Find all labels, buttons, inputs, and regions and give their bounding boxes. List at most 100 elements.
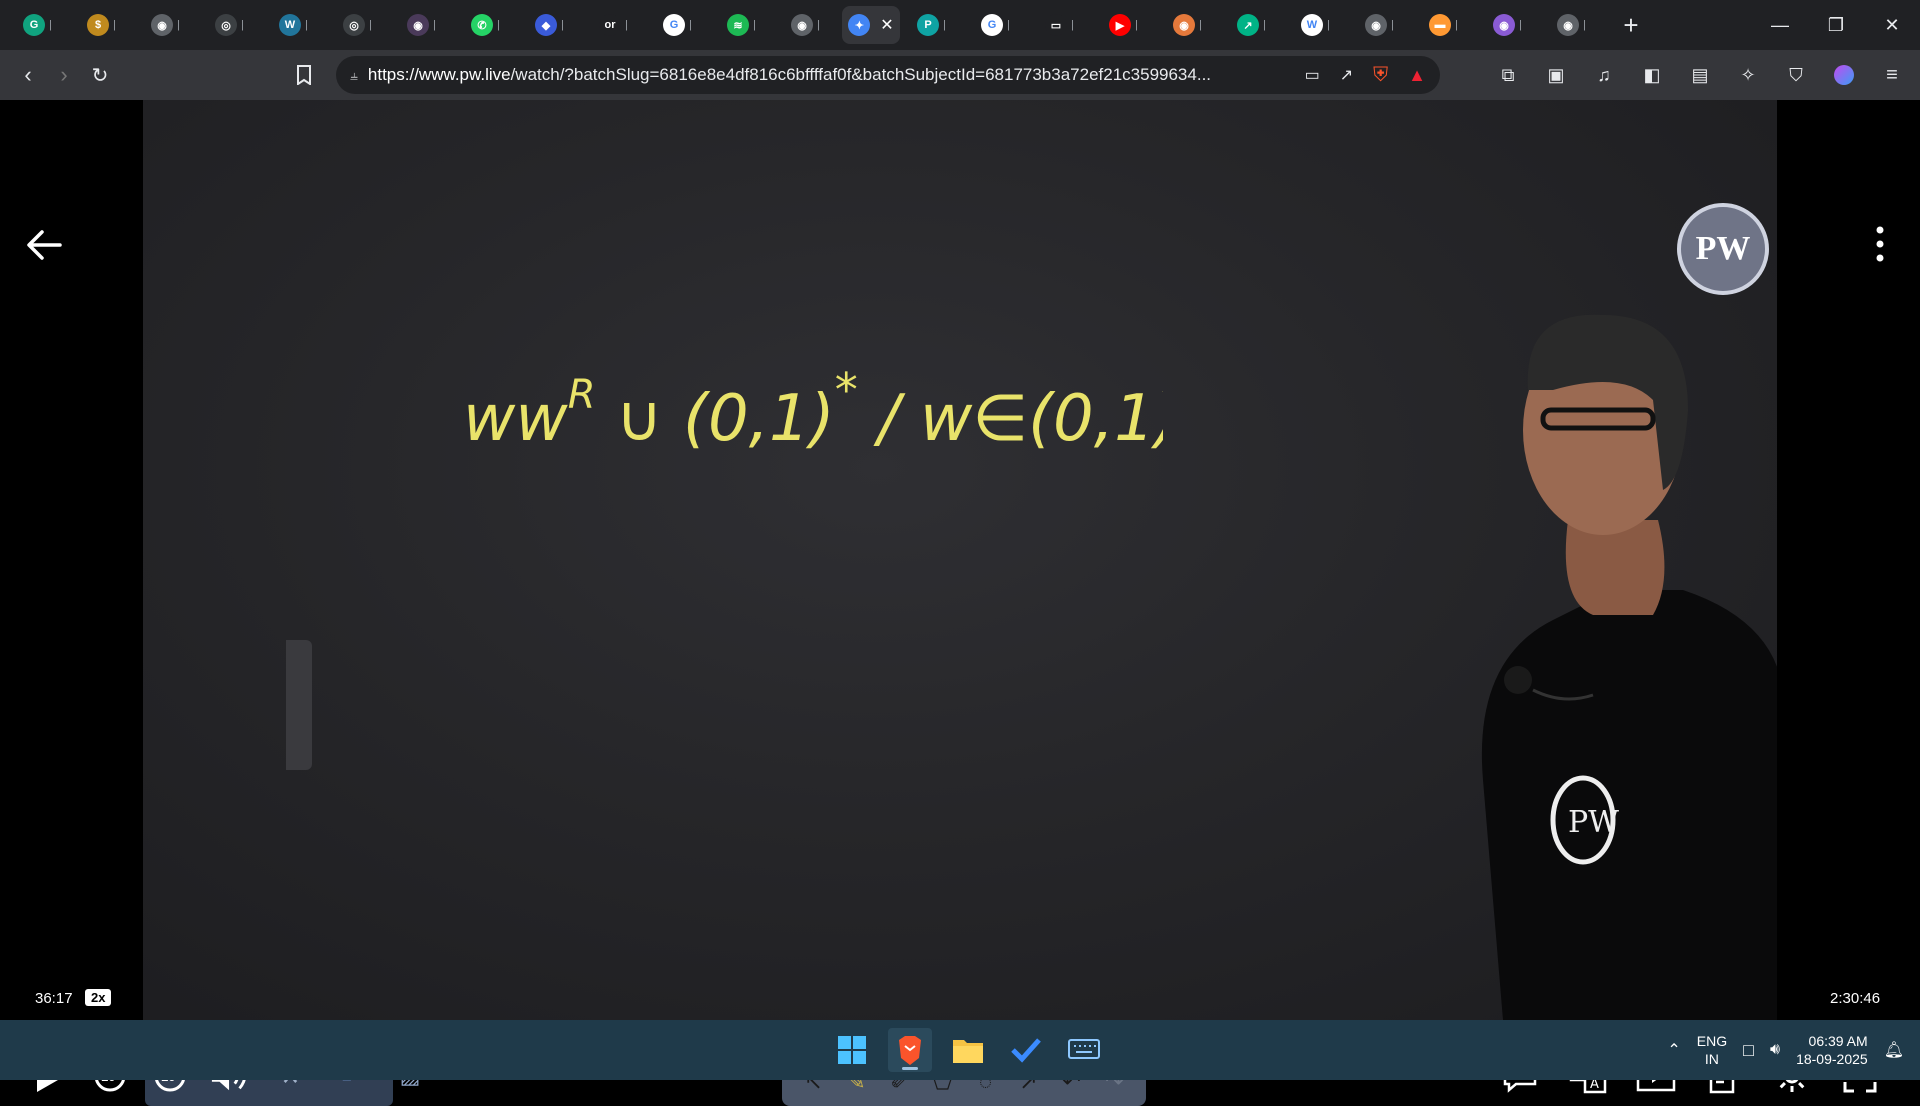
brave-browser-icon[interactable] (888, 1028, 932, 1072)
media-icon[interactable]: ♫ (1586, 57, 1622, 93)
tab-list: G | $ | ◉ | ◎ | W | ◎ | ◉ | ✆ | ◆ | or | G | ≋ | ◉ | ✦ ✕ P | G | ▭ | ▶ | ◉ | ↗… (0, 6, 1608, 44)
wordpress-icon: W (279, 14, 301, 36)
menu-icon[interactable]: ≡ (1874, 57, 1910, 93)
leo-ai-icon[interactable]: ✧ (1730, 57, 1766, 93)
video-player[interactable]: wwR ∪ (0,1)* / w∈(0,1)* PW PW 36:17 2x 2… (0, 100, 1920, 1106)
playback-speed-badge[interactable]: 2x (85, 989, 112, 1006)
extensions-icon[interactable]: ⧉ (1490, 57, 1526, 93)
board-sup: R (568, 372, 596, 418)
whatsapp-icon: ✆ (471, 14, 493, 36)
windows-taskbar: ⌃ ENG IN □ 🔊︎ 06:39 AM 18-09-2025 🔔︎ (0, 1020, 1920, 1080)
browser-tab[interactable]: ◉ | (138, 6, 198, 44)
tab-title-fragment: | (497, 19, 500, 31)
browser-tab[interactable]: ▭ | (1032, 6, 1092, 44)
browser-tab[interactable]: P | (904, 6, 964, 44)
site-settings-icon[interactable]: ⫨ (350, 67, 358, 84)
toolbar-right-actions: ⧉ ▣ ♫ ◧ ▤ ✧ ⛉ ≡ (1490, 50, 1910, 100)
board-w: ww (463, 382, 568, 456)
brave-shields-icon[interactable]: ⛨ (1373, 64, 1388, 87)
close-window-icon[interactable]: ✕ (1864, 0, 1920, 50)
globe-icon: ◎ (343, 14, 365, 36)
video-frame[interactable]: wwR ∪ (0,1)* / w∈(0,1)* PW (143, 100, 1777, 1020)
google-icon: G (663, 14, 685, 36)
restore-icon[interactable]: ❐ (1808, 0, 1864, 50)
current-time: 36:17 (35, 990, 73, 1007)
browser-tab[interactable]: or | (586, 6, 646, 44)
windows-start-icon[interactable] (830, 1028, 874, 1072)
tab-title-fragment: | (625, 19, 628, 31)
browser-tab[interactable]: ◆ | (522, 6, 582, 44)
browser-tab[interactable]: G | (10, 6, 70, 44)
address-bar[interactable]: ⫨ https://www.pw.live/watch/?batchSlug=6… (336, 56, 1440, 94)
language-indicator[interactable]: ENG IN (1697, 1032, 1727, 1068)
svg-text:PW: PW (1568, 805, 1619, 840)
globe-icon: ◉ (1173, 14, 1195, 36)
file-explorer-icon[interactable] (946, 1028, 990, 1072)
svg-text:wwR ∪ (0,1)* / w∈(0,1)*: wwR ∪ (0,1)* / w∈(0,1)* (463, 363, 1163, 456)
reader-icon[interactable]: ▣ (1538, 57, 1574, 93)
browser-tab[interactable]: ◉ | (394, 6, 454, 44)
tab-title-fragment: | (1007, 19, 1010, 31)
clock-time: 06:39 AM (1808, 1033, 1868, 1049)
browser-tab[interactable]: ✦ ✕ (842, 6, 900, 44)
brave-rewards-icon[interactable]: ▲ (1408, 65, 1426, 86)
india-flag-icon: ▬ (1429, 14, 1451, 36)
language-code: ENG (1696, 1033, 1728, 1049)
browser-tab[interactable]: ◉ | (1544, 6, 1604, 44)
clock[interactable]: 06:39 AM 18-09-2025 (1796, 1032, 1868, 1068)
gemini-icon: ✦ (848, 14, 871, 36)
browser-tab[interactable]: ◉ | (1480, 6, 1540, 44)
browser-tab[interactable]: ▬ | (1416, 6, 1476, 44)
todo-check-icon[interactable] (1004, 1028, 1048, 1072)
wikipedia-icon: W (1301, 14, 1323, 36)
browser-tab[interactable]: ◉ | (778, 6, 838, 44)
tray-overflow-icon[interactable]: ⌃ (1667, 1040, 1680, 1060)
tab-title-fragment: | (1519, 19, 1522, 31)
browser-tab[interactable]: ◉ | (1160, 6, 1220, 44)
minimize-icon[interactable]: — (1752, 0, 1808, 50)
url-host: https://www.pw.live (367, 65, 511, 84)
browser-tab[interactable]: ≋ | (714, 6, 774, 44)
browser-tab[interactable]: W | (1288, 6, 1348, 44)
sidebar-icon[interactable]: ◧ (1634, 57, 1670, 93)
browser-tab[interactable]: ↗ | (1224, 6, 1284, 44)
system-tray: ⌃ ENG IN □ 🔊︎ 06:39 AM 18-09-2025 🔔︎ (1667, 1020, 1904, 1080)
spotify-icon: ≋ (727, 14, 749, 36)
browser-tab[interactable]: ◎ | (330, 6, 390, 44)
wallet-icon[interactable]: ▤ (1682, 57, 1718, 93)
browser-tab[interactable]: ◎ | (202, 6, 262, 44)
board-tail: / w∈(0,1) (858, 382, 1163, 456)
globe-icon: ◉ (791, 14, 813, 36)
notification-bell-icon[interactable]: 🔔︎ (1884, 1040, 1904, 1060)
close-tab-icon[interactable]: ✕ (880, 15, 893, 35)
browser-tab[interactable]: W | (266, 6, 326, 44)
more-options-icon[interactable] (1870, 224, 1890, 264)
back-nav-icon[interactable]: ‹ (10, 57, 46, 93)
forward-nav-icon[interactable]: › (46, 57, 82, 93)
url-text[interactable]: https://www.pw.live/watch/?batchSlug=681… (368, 65, 1248, 85)
browser-tab[interactable]: ✆ | (458, 6, 518, 44)
browser-tab[interactable]: ◉ | (1352, 6, 1412, 44)
browser-tab[interactable]: G | (650, 6, 710, 44)
browser-tab[interactable]: $ | (74, 6, 134, 44)
bookmark-icon[interactable] (286, 57, 322, 93)
back-arrow-icon[interactable] (24, 227, 64, 263)
address-bar-actions: ▭ ↗ ⛨ ▲ (1305, 56, 1426, 94)
network-icon[interactable]: □ (1743, 1040, 1754, 1061)
cast-icon[interactable]: ▭ (1305, 65, 1320, 85)
coin-icon: $ (87, 14, 109, 36)
browser-tab[interactable]: ▶ | (1096, 6, 1156, 44)
vpn-icon[interactable]: ⛉ (1778, 57, 1814, 93)
browser-tab-strip: G | $ | ◉ | ◎ | W | ◎ | ◉ | ✆ | ◆ | or | G | ≋ | ◉ | ✦ ✕ P | G | ▭ | ▶ | ◉ | ↗… (0, 0, 1920, 50)
touch-keyboard-icon[interactable] (1062, 1028, 1106, 1072)
side-panel-handle[interactable] (286, 640, 312, 770)
google-icon: G (981, 14, 1003, 36)
reload-icon[interactable]: ↻ (82, 57, 118, 93)
share-icon[interactable]: ↗ (1340, 65, 1353, 85)
profile-icon[interactable] (1826, 57, 1862, 93)
browser-tab[interactable]: G | (968, 6, 1028, 44)
speaker-icon[interactable]: 🔊︎ (1770, 1041, 1780, 1059)
tab-title-fragment: | (1391, 19, 1394, 31)
new-tab-button[interactable]: + (1616, 10, 1646, 41)
globe-icon: ◉ (407, 14, 429, 36)
